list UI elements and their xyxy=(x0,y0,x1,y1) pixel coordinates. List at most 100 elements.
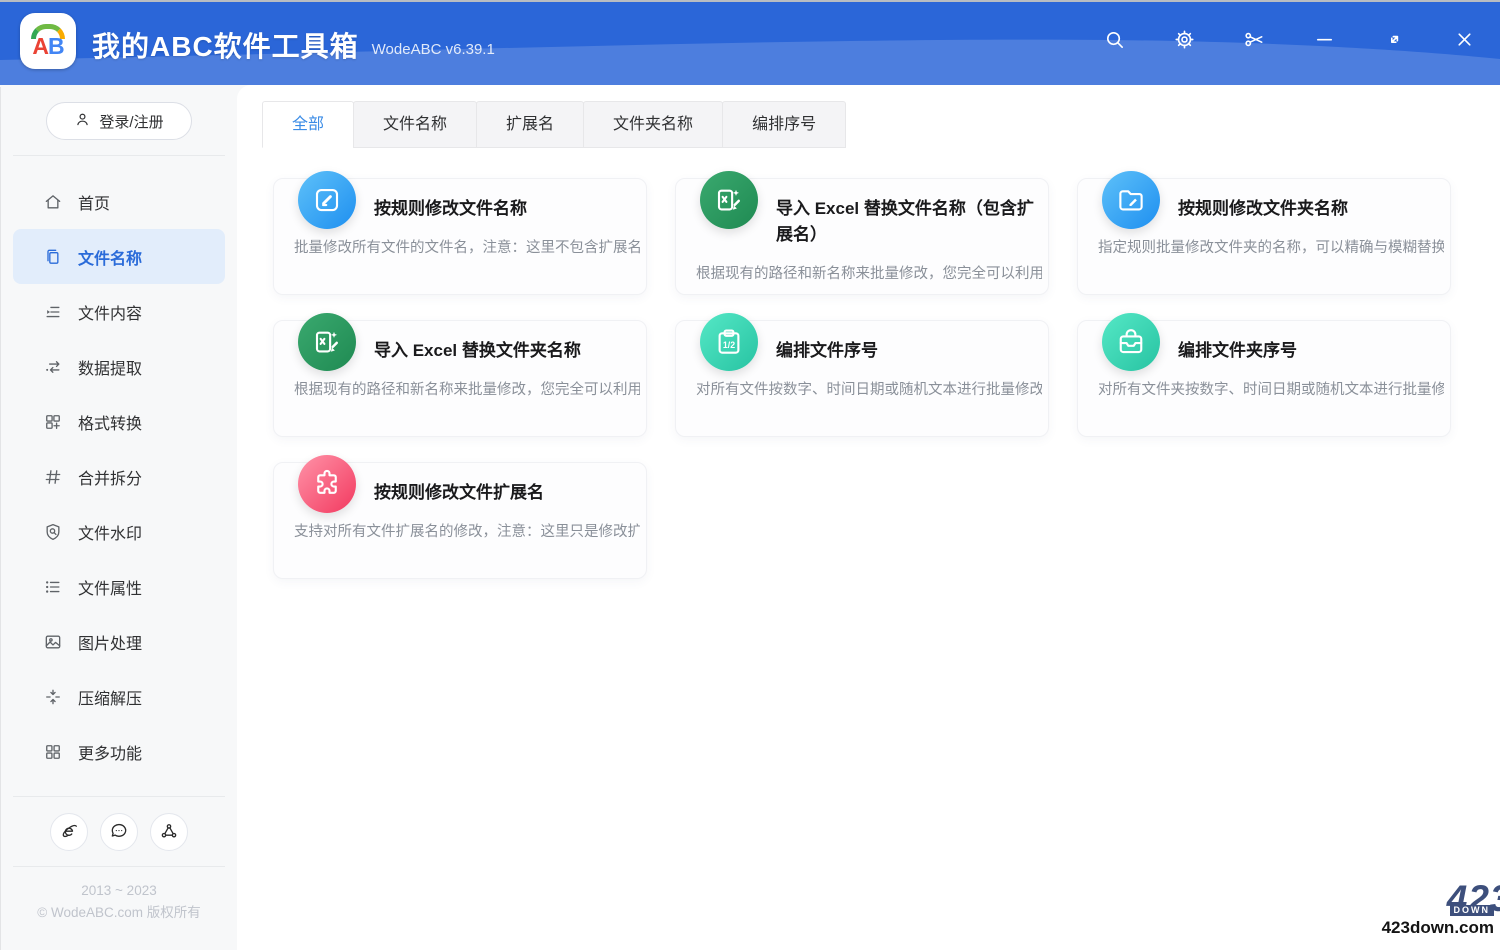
screenshot-scissors-button[interactable] xyxy=(1240,27,1268,55)
search-icon xyxy=(1103,28,1126,54)
card-title: 按规则修改文件扩展名 xyxy=(374,483,544,502)
sidebar-nav: 首页文件名称文件内容数据提取格式转换合并拆分文件水印文件属性图片处理压缩解压更多… xyxy=(1,174,237,779)
tab-0[interactable]: 全部 xyxy=(262,101,355,148)
sidebar-tool-buttons xyxy=(1,813,237,851)
file-content-icon xyxy=(43,302,63,322)
card-title: 编排文件夹序号 xyxy=(1178,341,1297,360)
data-extract-icon xyxy=(43,357,63,377)
sidebar-footer: 2013 ~ 2023 © WodeABC.com 版权所有 xyxy=(1,880,237,925)
login-register-button[interactable]: 登录/注册 xyxy=(46,102,192,140)
sidebar-item-label: 压缩解压 xyxy=(78,690,143,708)
sidebar-item-label: 首页 xyxy=(78,195,111,213)
main-panel: 全部 文件名称 扩展名 文件夹名称 编排序号 按规则修改文件名称批量修改所有文件的文件名… xyxy=(237,85,1500,950)
resize-button[interactable] xyxy=(1380,27,1408,55)
feature-card[interactable]: 按规则修改文件夹名称指定规则批量修改文件夹的名称，可以精确与模糊替换 xyxy=(1077,171,1451,295)
minimize-button[interactable] xyxy=(1310,27,1338,55)
compress-icon xyxy=(43,687,63,707)
share-button[interactable] xyxy=(150,813,188,851)
card-description: 对所有文件夹按数字、时间日期或随机文本进行批量修改 xyxy=(1098,382,1444,398)
sidebar-item-file-props[interactable]: 文件属性 xyxy=(13,559,225,614)
home-icon xyxy=(43,192,63,212)
feedback-button[interactable] xyxy=(100,813,138,851)
watermark-brand-sub: DOWN xyxy=(1449,905,1494,916)
sidebar-item-label: 文件水印 xyxy=(78,525,143,543)
app-logo: AB xyxy=(20,13,76,69)
card-title: 导入 Excel 替换文件名称（包含扩展名） xyxy=(776,199,1034,245)
copyright-years: 2013 ~ 2023 xyxy=(81,883,157,898)
sidebar: 登录/注册 首页文件名称文件内容数据提取格式转换合并拆分文件水印文件属性图片处理… xyxy=(0,87,237,950)
sidebar-item-label: 文件内容 xyxy=(78,305,143,323)
folder-edit-icon xyxy=(1102,171,1160,229)
browser-button[interactable] xyxy=(50,813,88,851)
file-props-icon xyxy=(43,577,63,597)
tab-4[interactable]: 编排序号 xyxy=(722,101,847,148)
card-title: 按规则修改文件夹名称 xyxy=(1178,199,1348,218)
sidebar-item-data-extract[interactable]: 数据提取 xyxy=(13,339,225,394)
sidebar-item-format-convert[interactable]: 格式转换 xyxy=(13,394,225,449)
card-description: 根据现有的路径和新名称来批量修改，您完全可以利用 xyxy=(294,382,640,398)
app-version: WodeABC v6.39.1 xyxy=(371,41,495,58)
feature-card[interactable]: 导入 Excel 替换文件夹名称 根据现有的路径和新名称来批量修改，您完全可以利用 xyxy=(273,313,647,437)
category-tabbar: 全部 文件名称 扩展名 文件夹名称 编排序号 xyxy=(262,101,1500,148)
screenshot-scissors-icon xyxy=(1243,28,1266,54)
sidebar-item-merge-split[interactable]: 合并拆分 xyxy=(13,449,225,504)
sidebar-item-compress[interactable]: 压缩解压 xyxy=(13,669,225,724)
sidebar-item-file-name[interactable]: 文件名称 xyxy=(13,229,225,284)
clipboard-half-icon: 1/2 xyxy=(700,313,758,371)
close-button[interactable] xyxy=(1450,27,1478,55)
tab-1[interactable]: 文件名称 xyxy=(353,101,478,148)
feature-card[interactable]: 按规则修改文件扩展名支持对所有文件扩展名的修改，注意：这里只是修改扩展名 xyxy=(273,455,647,579)
titlebar-controls xyxy=(1100,2,1478,80)
card-description: 批量修改所有文件的文件名，注意：这里不包含扩展名 xyxy=(294,240,640,256)
titlebar: AB 我的ABC软件工具箱 WodeABC v6.39.1 xyxy=(0,0,1500,85)
tab-3[interactable]: 文件夹名称 xyxy=(583,101,724,148)
sidebar-item-more[interactable]: 更多功能 xyxy=(13,724,225,779)
file-name-icon xyxy=(43,247,63,267)
resize-icon xyxy=(1383,28,1406,54)
excel-swap-icon xyxy=(700,171,758,229)
more-icon xyxy=(43,742,63,762)
divider xyxy=(13,155,225,156)
settings-icon xyxy=(1173,28,1196,54)
card-description: 对所有文件按数字、时间日期或随机文本进行批量修改 xyxy=(696,382,1042,398)
watermark-site-url: 423down.com xyxy=(1381,918,1494,937)
card-title: 编排文件序号 xyxy=(776,341,878,360)
svg-text:1/2: 1/2 xyxy=(723,340,735,350)
person-icon xyxy=(74,111,91,132)
feature-card[interactable]: 导入 Excel 替换文件名称（包含扩展名） 根据现有的路径和新名称来批量修改，您… xyxy=(675,171,1049,295)
merge-split-icon xyxy=(43,467,63,487)
sidebar-item-label: 数据提取 xyxy=(78,360,143,378)
sidebar-item-label: 合并拆分 xyxy=(78,470,143,488)
login-register-label: 登录/注册 xyxy=(99,113,164,131)
feedback-icon xyxy=(109,821,129,844)
feature-card[interactable]: 按规则修改文件名称批量修改所有文件的文件名，注意：这里不包含扩展名 xyxy=(273,171,647,295)
sidebar-item-image[interactable]: 图片处理 xyxy=(13,614,225,669)
share-icon xyxy=(159,821,179,844)
watermark-icon xyxy=(43,522,63,542)
minimize-icon xyxy=(1313,28,1336,54)
search-button[interactable] xyxy=(1100,27,1128,55)
sidebar-item-watermark[interactable]: 文件水印 xyxy=(13,504,225,559)
image-icon xyxy=(43,632,63,652)
settings-button[interactable] xyxy=(1170,27,1198,55)
sidebar-item-label: 更多功能 xyxy=(78,745,143,763)
browser-icon xyxy=(59,821,79,844)
tab-2[interactable]: 扩展名 xyxy=(476,101,585,148)
card-description: 支持对所有文件扩展名的修改，注意：这里只是修改扩展名 xyxy=(294,524,640,540)
feature-card[interactable]: 编排文件夹序号对所有文件夹按数字、时间日期或随机文本进行批量修改 xyxy=(1077,313,1451,437)
close-icon xyxy=(1453,28,1476,54)
sidebar-item-home[interactable]: 首页 xyxy=(13,174,225,229)
divider xyxy=(13,866,225,867)
sidebar-item-file-content[interactable]: 文件内容 xyxy=(13,284,225,339)
card-description: 根据现有的路径和新名称来批量修改，您完全可以利用 xyxy=(696,265,1042,282)
feature-card[interactable]: 1/2 编排文件序号对所有文件按数字、时间日期或随机文本进行批量修改 xyxy=(675,313,1049,437)
sidebar-item-label: 文件属性 xyxy=(78,580,143,598)
feature-cards-grid: 按规则修改文件名称 批量修改所有文件的文件名，注意：这里不包含扩展名 导入 Exce… xyxy=(273,171,1460,579)
card-title: 按规则修改文件名称 xyxy=(374,199,527,218)
card-description: 指定规则批量修改文件夹的名称，可以精确与模糊替换 xyxy=(1098,240,1444,256)
puzzle-icon xyxy=(298,455,356,513)
divider xyxy=(13,796,225,797)
edit-square-icon xyxy=(298,171,356,229)
copyright-text: © WodeABC.com 版权所有 xyxy=(37,905,201,921)
excel-swap-icon xyxy=(298,313,356,371)
